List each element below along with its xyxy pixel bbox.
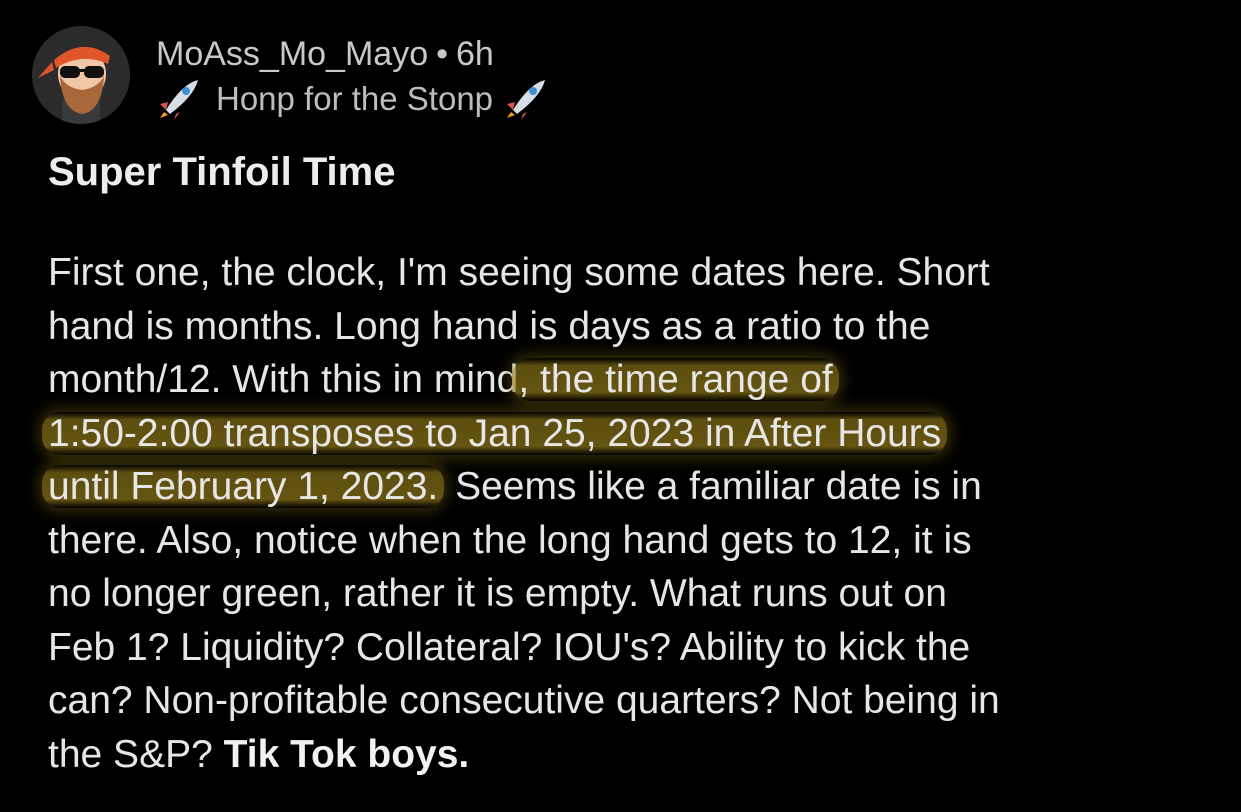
body-line: 1:50-2:00 transposes to Jan 25, 2023 in …: [42, 407, 1208, 461]
post-body: First one, the clock, I'm seeing some da…: [42, 246, 1208, 782]
body-line: until February 1, 2023. Seems like a fam…: [42, 460, 1208, 514]
avatar-character-icon: [32, 26, 130, 124]
body-text: month/12. With this in mind: [48, 358, 519, 401]
body-line: First one, the clock, I'm seeing some da…: [48, 251, 990, 294]
author-line: MoAss_Mo_Mayo • 6h: [156, 34, 549, 74]
body-line: there. Also, notice when the long hand g…: [48, 518, 972, 562]
highlighted-text: , the time range of: [512, 358, 839, 401]
user-flair: Honp for the Stonp: [156, 78, 549, 120]
rocket-icon: [507, 80, 546, 120]
flair-text: Honp for the Stonp: [216, 80, 494, 117]
body-line: month/12. With this in mind, the time ra…: [48, 353, 1208, 407]
post-title: Super Tinfoil Time: [48, 150, 396, 194]
body-line: the S&P? Tik Tok boys.: [48, 728, 1208, 782]
highlighted-text: until February 1, 2023.: [42, 465, 445, 508]
post-meta: MoAss_Mo_Mayo • 6h Honp for the Stonp: [156, 34, 549, 120]
body-text: the S&P?: [48, 732, 224, 776]
bold-text: Tik Tok boys.: [223, 732, 470, 776]
body-line: can? Non-profitable consecutive quarters…: [48, 679, 1000, 722]
body-text: Seems like a familiar date is in: [444, 465, 982, 508]
body-line: no longer green, rather it is empty. Wha…: [48, 572, 947, 615]
post-header: MoAss_Mo_Mayo • 6h Honp for the Stonp: [32, 26, 549, 126]
username-link[interactable]: MoAss_Mo_Mayo: [156, 35, 428, 73]
rocket-icon: [160, 80, 198, 120]
separator-dot: •: [436, 35, 449, 73]
body-line: Feb 1? Liquidity? Collateral? IOU's? Abi…: [48, 625, 971, 669]
highlighted-text: 1:50-2:00 transposes to Jan 25, 2023 in …: [42, 411, 948, 455]
post-age: 6h: [456, 35, 494, 73]
avatar[interactable]: [32, 26, 130, 124]
body-line: hand is months. Long hand is days as a r…: [48, 304, 931, 348]
